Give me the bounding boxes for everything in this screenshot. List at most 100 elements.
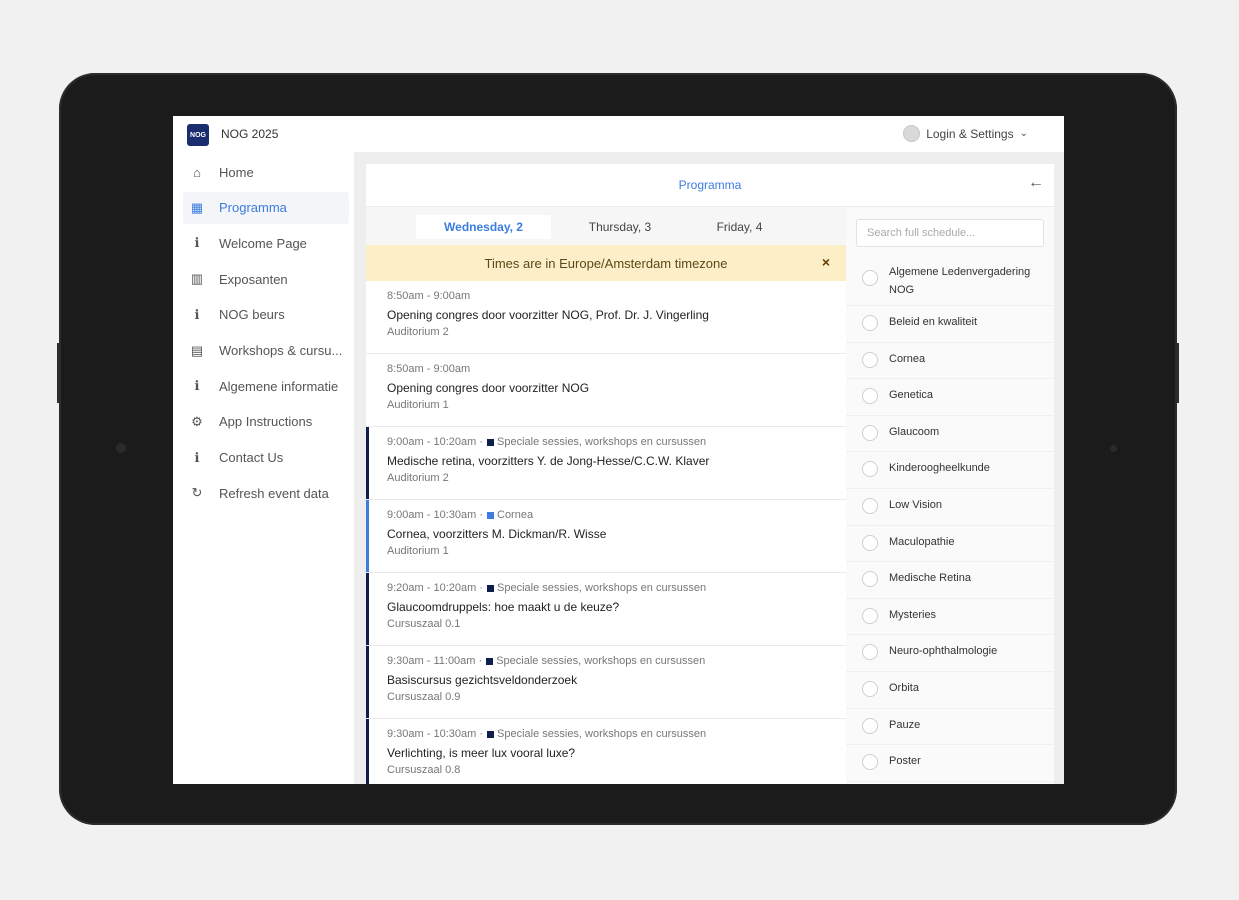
filter-option[interactable]: Glaucoom [846,415,1054,453]
sidebar-item-algemene-informatie[interactable]: ℹ Algemene informatie [183,370,349,402]
sidebar-item-label: Exposanten [219,271,288,287]
filter-option[interactable]: Mysteries [846,598,1054,636]
panel-header: Programma ← [366,164,1054,207]
radio-button[interactable] [862,571,878,588]
sensor-icon [1110,445,1117,452]
radio-button[interactable] [862,681,878,697]
info-icon: ℹ [194,235,200,251]
sidebar-item-label: Welcome Page [219,235,307,251]
radio-button[interactable] [862,461,878,478]
filter-label: Cornea [889,352,926,365]
event-time: 8:50am - 9:00am [387,290,471,302]
event-time: 9:00am - 10:20am · [387,436,483,448]
timezone-banner: Times are in Europe/Amsterdam timezone × [366,245,846,281]
sidebar-item-nog-beurs[interactable]: ℹ NOG beurs [183,299,349,331]
filter-label: Orbita [889,682,919,694]
event-time: 8:50am - 9:00am [387,363,471,375]
event-row[interactable]: 9:00am - 10:30am · Cornea Cornea, voorzitt… [366,500,846,573]
category-swatch-icon [487,584,494,592]
login-settings-label: Login & Settings [926,126,1014,141]
avatar-icon [903,125,921,142]
radio-button[interactable] [862,607,878,624]
event-row[interactable]: 9:30am - 10:30am · Speciale sessies, work… [366,719,846,784]
cogs-icon: ⚙ [191,413,203,429]
info-icon: ℹ [194,378,200,394]
tab-day-3[interactable]: Friday, 4 [688,215,791,239]
filter-panel: Algemene Ledenvergadering NOG Beleid en k… [846,207,1054,784]
filter-option[interactable]: Maculopathie [846,525,1054,563]
page-title: Programma [678,178,742,192]
sidebar-item-refresh-event-data[interactable]: ↻ Refresh event data [183,477,349,509]
event-row[interactable]: 9:30am - 11:00am · Speciale sessies, work… [366,646,846,719]
event-title: Glaucoomdruppels: hoe maakt u de keuze? [387,600,620,614]
event-time: 9:00am - 10:30am · [387,509,483,521]
radio-button[interactable] [862,351,878,368]
filter-option[interactable]: Kinderoogheelkunde [846,451,1054,489]
filter-option[interactable]: Cornea [846,342,1054,380]
radio-button[interactable] [862,717,878,734]
event-category: Speciale sessies, workshops en cursussen [496,655,706,667]
sidebar-item-label: NOG beurs [219,307,285,323]
radio-button[interactable] [862,754,878,771]
filter-option[interactable]: Neuro-ophthalmologie [846,634,1054,672]
category-swatch-icon [487,511,494,519]
tablet-frame: NOG NOG 2025 Login & Settings ⌄ ⌂ Home ▦ Pr… [57,73,1179,825]
sidebar-item-exposanten[interactable]: ▥ Exposanten [183,263,349,295]
radio-button[interactable] [862,534,878,551]
filter-option[interactable]: Poster [846,744,1054,782]
filter-label: Medische Retina [889,572,971,585]
filter-option[interactable]: Low Vision [846,488,1054,526]
event-list: 8:50am - 9:00am Opening congres door voor… [366,281,846,784]
close-icon[interactable]: × [822,254,830,270]
event-row[interactable]: 8:50am - 9:00am Opening congres door voor… [366,281,846,354]
back-arrow-icon[interactable]: ← [1028,174,1044,192]
tab-day-1[interactable]: Wednesday, 2 [416,215,551,239]
home-icon: ⌂ [193,164,201,180]
radio-button[interactable] [862,498,878,514]
event-time-line: 9:20am - 10:20am · Speciale sessies, work… [387,582,706,594]
app-title: NOG 2025 [221,127,279,141]
event-room: Auditorium 2 [387,472,449,484]
event-time: 9:30am - 10:30am · [387,728,483,740]
main-area: Programma ← Wednesday, 2 Thursday, 3 Frida… [354,152,1064,784]
sidebar-item-workshops-cursu[interactable]: ▤ Workshops & cursu... [183,335,349,367]
event-row[interactable]: 9:20am - 10:20am · Speciale sessies, work… [366,573,846,646]
filter-label: Algemene Ledenvergadering NOG [889,266,1031,296]
filter-option[interactable]: Beleid en kwaliteit [846,305,1054,343]
filter-label: Pauze [889,718,921,731]
sidebar-item-welcome-page[interactable]: ℹ Welcome Page [183,227,349,259]
radio-button[interactable] [862,388,878,405]
event-row[interactable]: 9:00am - 10:20am · Speciale sessies, work… [366,427,846,500]
filter-option[interactable]: Algemene Ledenvergadering NOG [846,259,1054,306]
radio-button[interactable] [862,270,878,286]
app-logo[interactable]: NOG [187,124,209,146]
radio-button[interactable] [862,424,878,441]
login-settings-button[interactable]: Login & Settings ⌄ [903,125,1028,142]
sidebar-item-app-instructions[interactable]: ⚙ App Instructions [183,406,349,438]
filter-label: Low Vision [889,499,942,511]
event-title: Basiscursus gezichtsveldonderzoek [387,673,578,687]
filter-option[interactable]: Pauze [846,708,1054,746]
search-input[interactable] [856,219,1044,247]
category-swatch-icon [486,657,494,665]
radio-button[interactable] [862,315,878,331]
event-time-line: 8:50am - 9:00am [387,290,470,302]
sidebar-item-label: Programma [219,200,287,216]
filter-label: Neuro-ophthalmologie [889,645,998,658]
sidebar: ⌂ Home ▦ Programma ℹ Welcome Page ▥ Exposanten ℹ… [173,152,354,784]
sidebar-item-contact-us[interactable]: ℹ Contact Us [183,442,349,474]
sidebar-item-programma[interactable]: ▦ Programma [183,191,349,224]
event-room: Auditorium 1 [387,545,449,557]
event-title: Opening congres door voorzitter NOG [387,381,590,395]
event-time: 9:30am - 11:00am · [387,655,483,667]
tab-day-2[interactable]: Thursday, 3 [552,215,688,239]
radio-button[interactable] [862,644,878,661]
event-time-line: 9:00am - 10:20am · Speciale sessies, work… [387,436,706,448]
building-icon: ▥ [190,271,204,287]
filter-label: Poster [889,755,921,768]
filter-option[interactable]: Medische Retina [846,561,1054,599]
filter-option[interactable]: Genetica [846,378,1054,416]
filter-option[interactable]: Orbita [846,671,1054,709]
event-row[interactable]: 8:50am - 9:00am Opening congres door voor… [366,354,846,427]
sidebar-item-home[interactable]: ⌂ Home [183,156,349,188]
